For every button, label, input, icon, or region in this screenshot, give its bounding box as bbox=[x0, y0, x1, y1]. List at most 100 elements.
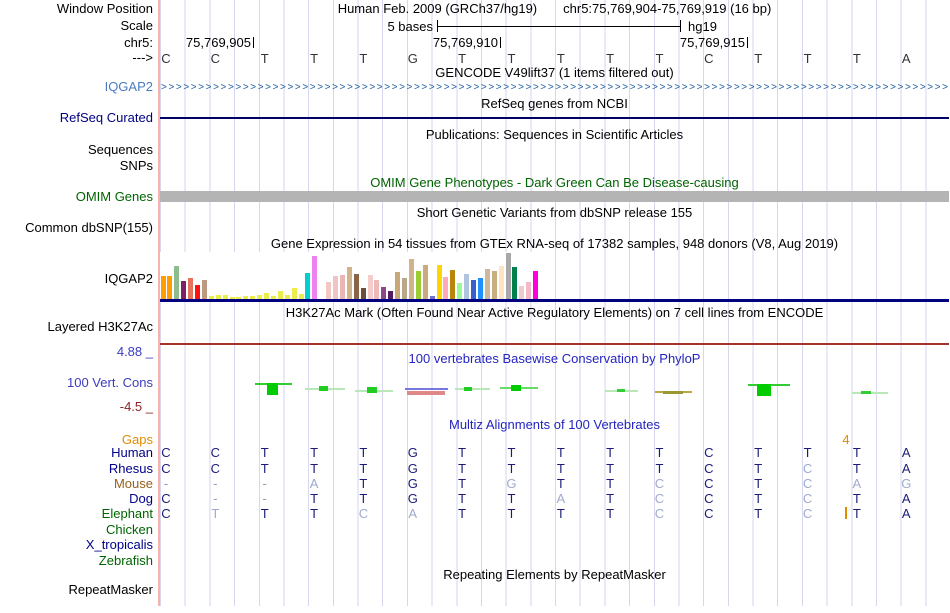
alignment-base: T bbox=[260, 506, 269, 521]
alignment-base: T bbox=[754, 506, 763, 521]
species-label-chicken[interactable]: Chicken bbox=[0, 523, 153, 537]
track-title-omim[interactable]: OMIM Gene Phenotypes - Dark Green Can Be… bbox=[160, 176, 949, 190]
species-label-elephant[interactable]: Elephant bbox=[0, 507, 153, 521]
gtex-tissue-bar bbox=[277, 291, 283, 299]
track-title-gtex[interactable]: Gene Expression in 54 tissues from GTEx … bbox=[160, 237, 949, 251]
track-label-gencode-gene[interactable]: IQGAP2 bbox=[0, 80, 153, 94]
alignment-base: T bbox=[260, 445, 269, 460]
track-label-gtex-gene[interactable]: IQGAP2 bbox=[0, 272, 153, 286]
track-title-rmsk[interactable]: Repeating Elements by RepeatMasker bbox=[160, 568, 949, 582]
alignment-base: T bbox=[507, 461, 516, 476]
sequence-base: T bbox=[260, 51, 269, 66]
alignment-base: T bbox=[655, 461, 664, 476]
alignment-base: G bbox=[407, 461, 418, 476]
alignment-base: T bbox=[359, 491, 368, 506]
track-title-phylop[interactable]: 100 vertebrates Basewise Conservation by… bbox=[160, 352, 949, 366]
alignment-base: T bbox=[310, 461, 319, 476]
gtex-tissue-bar bbox=[326, 282, 332, 299]
gtex-tissue-bar bbox=[291, 288, 297, 299]
alignment-base: C bbox=[358, 506, 369, 521]
track-title-dbsnp[interactable]: Short Genetic Variants from dbSNP releas… bbox=[160, 206, 949, 220]
ruler-tick-label: 75,769,910 bbox=[432, 35, 498, 50]
conservation-score-bar bbox=[407, 391, 445, 395]
alignment-base: C bbox=[161, 461, 171, 476]
alignment-base: T bbox=[852, 506, 861, 521]
track-label-cons-min[interactable]: -4.5 _ bbox=[0, 400, 153, 414]
alignment-base: G bbox=[506, 476, 517, 491]
alignment-base: C bbox=[210, 445, 221, 460]
track-label-snps[interactable]: SNPs bbox=[0, 159, 153, 173]
alignment-base: C bbox=[654, 506, 665, 521]
alignment-base: T bbox=[606, 445, 615, 460]
species-label-mouse[interactable]: Mouse bbox=[0, 477, 153, 491]
omim-gene-bar[interactable] bbox=[160, 191, 949, 202]
alignment-base: - bbox=[213, 476, 218, 491]
alignment-base: C bbox=[704, 506, 714, 521]
track-label-sequences[interactable]: Sequences bbox=[0, 143, 153, 157]
gencode-gene-arrows[interactable]: >>>>>>>>>>>>>>>>>>>>>>>>>>>>>>>>>>>>>>>>… bbox=[161, 81, 949, 94]
alignment-base: T bbox=[260, 461, 269, 476]
conservation-span-line bbox=[455, 388, 490, 390]
alignment-base: T bbox=[754, 445, 763, 460]
track-label-chrom[interactable]: chr5: bbox=[0, 36, 153, 50]
gtex-tissue-bar bbox=[471, 280, 476, 299]
alignment-base: A bbox=[901, 491, 911, 506]
alignment-base: T bbox=[458, 445, 467, 460]
track-title-refseq[interactable]: RefSeq genes from NCBI bbox=[160, 97, 949, 111]
track-title-h3k27ac[interactable]: H3K27Ac Mark (Often Found Near Active Re… bbox=[160, 306, 949, 320]
track-label-layered-h3k27ac[interactable]: Layered H3K27Ac bbox=[0, 320, 153, 334]
gtex-tissue-bar bbox=[167, 276, 173, 299]
alignment-base: G bbox=[407, 491, 418, 506]
window-position-header: Human Feb. 2009 (GRCh37/hg19) chr5:75,769… bbox=[160, 2, 949, 16]
track-label-scale[interactable]: Scale bbox=[0, 19, 153, 33]
alignment-base: T bbox=[556, 461, 565, 476]
alignment-base: C bbox=[161, 506, 171, 521]
track-label-strand[interactable]: ---> bbox=[0, 51, 153, 65]
gtex-tissue-bar bbox=[484, 269, 490, 299]
gtex-tissue-bar bbox=[450, 270, 456, 299]
track-label-refseq-curated[interactable]: RefSeq Curated bbox=[0, 111, 153, 125]
gtex-tissue-bar bbox=[457, 283, 463, 299]
alignment-base: C bbox=[210, 461, 221, 476]
alignment-base: T bbox=[754, 476, 763, 491]
alignment-base: T bbox=[606, 506, 615, 521]
gtex-tissue-bar bbox=[195, 285, 200, 299]
track-title-multiz[interactable]: Multiz Alignments of 100 Vertebrates bbox=[160, 418, 949, 432]
alignment-gap-count: 4 bbox=[842, 432, 850, 447]
ruler-tick-mark bbox=[253, 37, 254, 48]
track-label-window-position[interactable]: Window Position bbox=[0, 2, 153, 16]
track-label-cons-max[interactable]: 4.88 _ bbox=[0, 345, 153, 359]
species-label-x_tropicalis[interactable]: X_tropicalis bbox=[0, 538, 153, 552]
track-label-repeatmasker[interactable]: RepeatMasker bbox=[0, 583, 153, 597]
gtex-tissue-bar bbox=[174, 266, 180, 299]
gtex-tissue-bar bbox=[436, 265, 442, 299]
conservation-score-bar bbox=[617, 389, 625, 392]
conservation-score-bar bbox=[663, 391, 683, 394]
track-title-pubs[interactable]: Publications: Sequences in Scientific Ar… bbox=[160, 128, 949, 142]
track-label-omim-genes[interactable]: OMIM Genes bbox=[0, 190, 153, 204]
alignment-base: T bbox=[507, 506, 516, 521]
alignment-base: A bbox=[556, 491, 566, 506]
sequence-base: T bbox=[606, 51, 615, 66]
gtex-tissue-bar bbox=[526, 282, 532, 299]
gtex-tissue-bar bbox=[201, 280, 207, 299]
track-label-common-dbsnp[interactable]: Common dbSNP(155) bbox=[0, 221, 153, 235]
species-label-rhesus[interactable]: Rhesus bbox=[0, 462, 153, 476]
gtex-tissue-bar bbox=[388, 291, 394, 299]
assembly-label: Human Feb. 2009 (GRCh37/hg19) bbox=[337, 1, 538, 16]
gtex-tissue-bar bbox=[160, 276, 166, 299]
gtex-tissue-bar bbox=[181, 281, 187, 299]
gtex-tissue-bar bbox=[505, 253, 511, 299]
alignment-base: T bbox=[556, 445, 565, 460]
refseq-gene-line[interactable] bbox=[160, 117, 949, 119]
sequence-base: T bbox=[655, 51, 664, 66]
species-label-human[interactable]: Human bbox=[0, 446, 153, 460]
alignment-base: T bbox=[310, 491, 319, 506]
scale-ruler-right-tick bbox=[680, 20, 681, 32]
track-label-vert-cons[interactable]: 100 Vert. Cons bbox=[0, 376, 153, 390]
track-title-gencode[interactable]: GENCODE V49lift37 (1 items filtered out) bbox=[160, 66, 949, 80]
species-label-dog[interactable]: Dog bbox=[0, 492, 153, 506]
species-label-zebrafish[interactable]: Zebrafish bbox=[0, 554, 153, 568]
sequence-base: T bbox=[556, 51, 565, 66]
alignment-base: T bbox=[556, 476, 565, 491]
